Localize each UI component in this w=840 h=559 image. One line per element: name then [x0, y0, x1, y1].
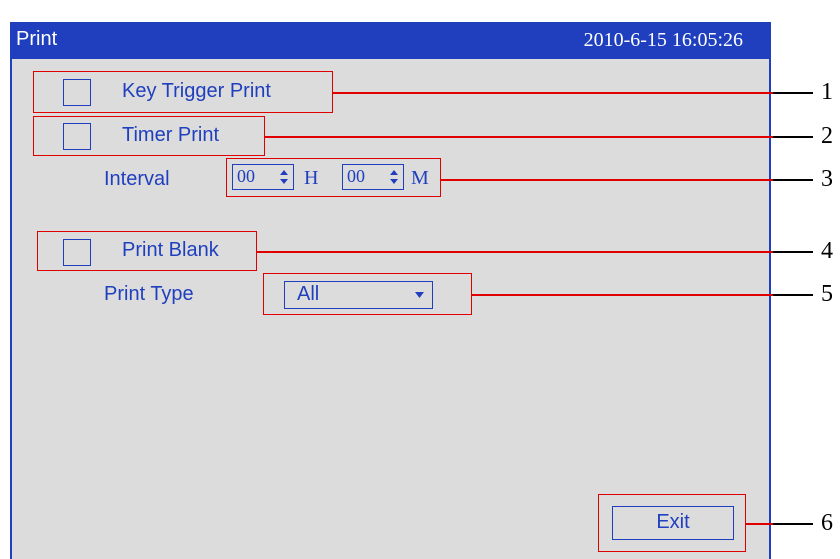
leader-line-3-ext — [773, 179, 813, 181]
title-bar: Print 2010-6-15 16:05:26 — [10, 22, 771, 59]
callout-box-3 — [226, 158, 441, 197]
callout-number-4: 4 — [821, 238, 833, 264]
window-title: Print — [16, 28, 58, 50]
leader-line-4-ext — [773, 251, 813, 253]
callout-number-1: 1 — [821, 79, 833, 105]
interval-label: Interval — [104, 168, 170, 190]
print-type-label: Print Type — [104, 283, 194, 305]
callout-box-4 — [37, 231, 257, 271]
leader-line-2 — [265, 136, 773, 138]
callout-box-2 — [33, 116, 265, 156]
leader-line-4 — [257, 251, 773, 253]
callout-box-5 — [263, 273, 472, 315]
callout-box-6 — [598, 494, 746, 552]
leader-line-5 — [472, 294, 773, 296]
callout-box-1 — [33, 71, 333, 113]
leader-line-6 — [746, 523, 773, 525]
callout-number-5: 5 — [821, 281, 833, 307]
leader-line-1 — [333, 92, 773, 94]
leader-line-3 — [441, 179, 773, 181]
callout-number-3: 3 — [821, 166, 833, 192]
leader-line-6-ext — [773, 523, 813, 525]
callout-number-6: 6 — [821, 510, 833, 536]
leader-line-1-ext — [773, 92, 813, 94]
datetime-display: 2010-6-15 16:05:26 — [583, 29, 743, 51]
callout-number-2: 2 — [821, 123, 833, 149]
leader-line-2-ext — [773, 136, 813, 138]
leader-line-5-ext — [773, 294, 813, 296]
